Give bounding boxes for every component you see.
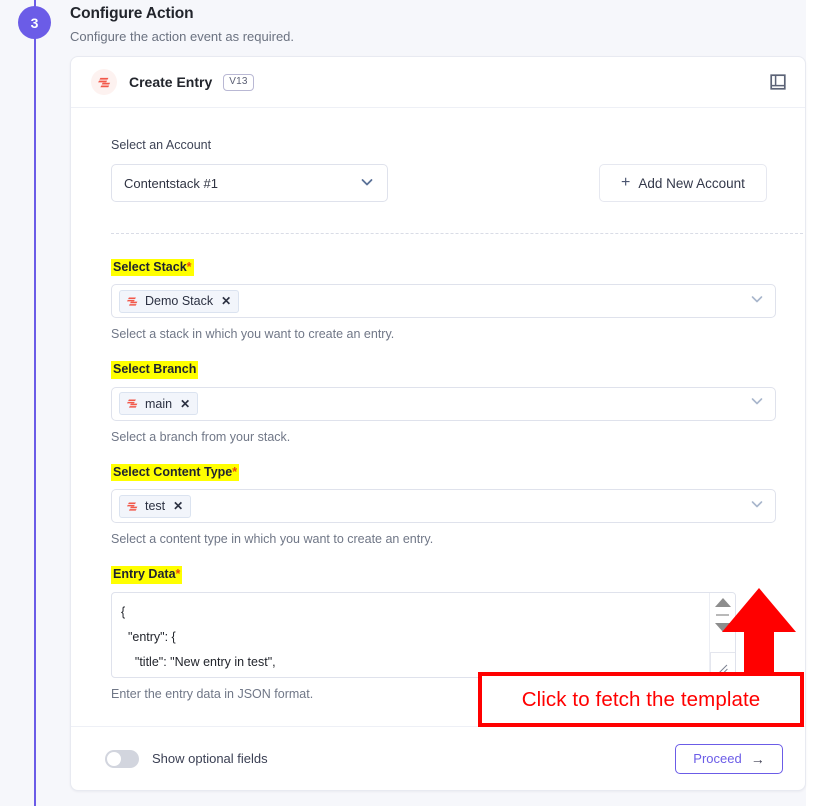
selected-pill-stack[interactable]: Demo Stack ✕: [119, 289, 240, 313]
chevron-down-icon: [359, 174, 375, 193]
field-select-stack: Select Stack* Demo Stack ✕ Select a stac…: [111, 258, 785, 341]
arrow-right-icon: →: [750, 750, 765, 767]
show-optional-fields-toggle[interactable]: [105, 749, 139, 768]
pill-label: Demo Stack: [145, 294, 214, 309]
chevron-down-icon: [749, 496, 765, 517]
proceed-button[interactable]: Proceed →: [675, 743, 783, 774]
account-select[interactable]: Contentstack #1: [111, 164, 388, 202]
entry-data-textarea[interactable]: { "entry": { "title": "New entry in test…: [111, 591, 736, 678]
add-new-account-label: Add New Account: [638, 175, 745, 191]
page-right-gutter: [806, 0, 828, 806]
close-icon[interactable]: ✕: [221, 294, 231, 308]
close-icon[interactable]: ✕: [180, 397, 190, 411]
account-selected-value: Contentstack #1: [124, 175, 218, 191]
page-subtitle: Configure the action event as required.: [70, 29, 295, 44]
select-stack-input[interactable]: Demo Stack ✕: [111, 284, 776, 319]
version-badge: V13: [223, 73, 254, 91]
selected-pill-branch[interactable]: main ✕: [119, 392, 199, 416]
book-icon[interactable]: [769, 73, 787, 91]
select-stack-label: Select Stack*: [111, 259, 194, 277]
annotation-text: Click to fetch the template: [521, 687, 761, 711]
page-left-gutter: [0, 0, 6, 806]
step-connector-line: [34, 0, 36, 806]
entry-data-value: { "entry": { "title": "New entry in test…: [121, 604, 276, 669]
show-optional-fields-label: Show optional fields: [152, 751, 268, 766]
contentstack-logo-icon: [91, 69, 117, 95]
contentstack-logo-icon: [126, 295, 139, 308]
card-footer: Show optional fields Proceed →: [71, 726, 805, 790]
select-branch-helper: Select a branch from your stack.: [111, 429, 291, 444]
step-number-badge: 3: [18, 6, 51, 39]
card-header: Create Entry V13: [71, 57, 805, 108]
page-title: Configure Action: [70, 5, 194, 22]
selected-pill-content-type[interactable]: test ✕: [119, 494, 192, 518]
up-arrow-annotation-icon: [722, 588, 796, 680]
chevron-down-icon: [749, 393, 765, 414]
card-title: Create Entry: [129, 74, 213, 90]
select-content-type-helper: Select a content type in which you want …: [111, 532, 434, 547]
contentstack-logo-icon: [126, 397, 139, 410]
chevron-down-icon: [749, 291, 765, 312]
pill-label: main: [145, 396, 173, 411]
pill-label: test: [145, 499, 166, 514]
card-body: Select an Account Contentstack #1 + Add …: [71, 138, 805, 701]
proceed-button-label: Proceed: [693, 751, 742, 766]
section-divider: [111, 233, 805, 234]
plus-icon: +: [621, 174, 631, 191]
select-stack-helper: Select a stack in which you want to crea…: [111, 327, 395, 342]
select-branch-input[interactable]: main ✕: [111, 386, 776, 421]
section-header: Configure Action Configure the action ev…: [70, 5, 770, 44]
select-content-type-label: Select Content Type*: [111, 463, 240, 482]
add-new-account-button[interactable]: + Add New Account: [599, 164, 767, 202]
field-select-content-type: Select Content Type* test ✕ Select a con…: [111, 463, 785, 546]
account-label: Select an Account: [111, 138, 212, 152]
entry-data-textarea-wrap: { "entry": { "title": "New entry in test…: [111, 591, 736, 678]
close-icon[interactable]: ✕: [173, 499, 183, 513]
field-select-branch: Select Branch main ✕ Select a branch fro…: [111, 360, 785, 444]
select-content-type-input[interactable]: test ✕: [111, 489, 776, 524]
annotation-callout: Click to fetch the template: [478, 672, 804, 727]
entry-data-label: Entry Data*: [111, 566, 183, 584]
contentstack-logo-icon: [126, 500, 139, 513]
account-row: Contentstack #1 + Add New Account: [111, 164, 785, 202]
select-branch-label: Select Branch: [111, 361, 199, 379]
